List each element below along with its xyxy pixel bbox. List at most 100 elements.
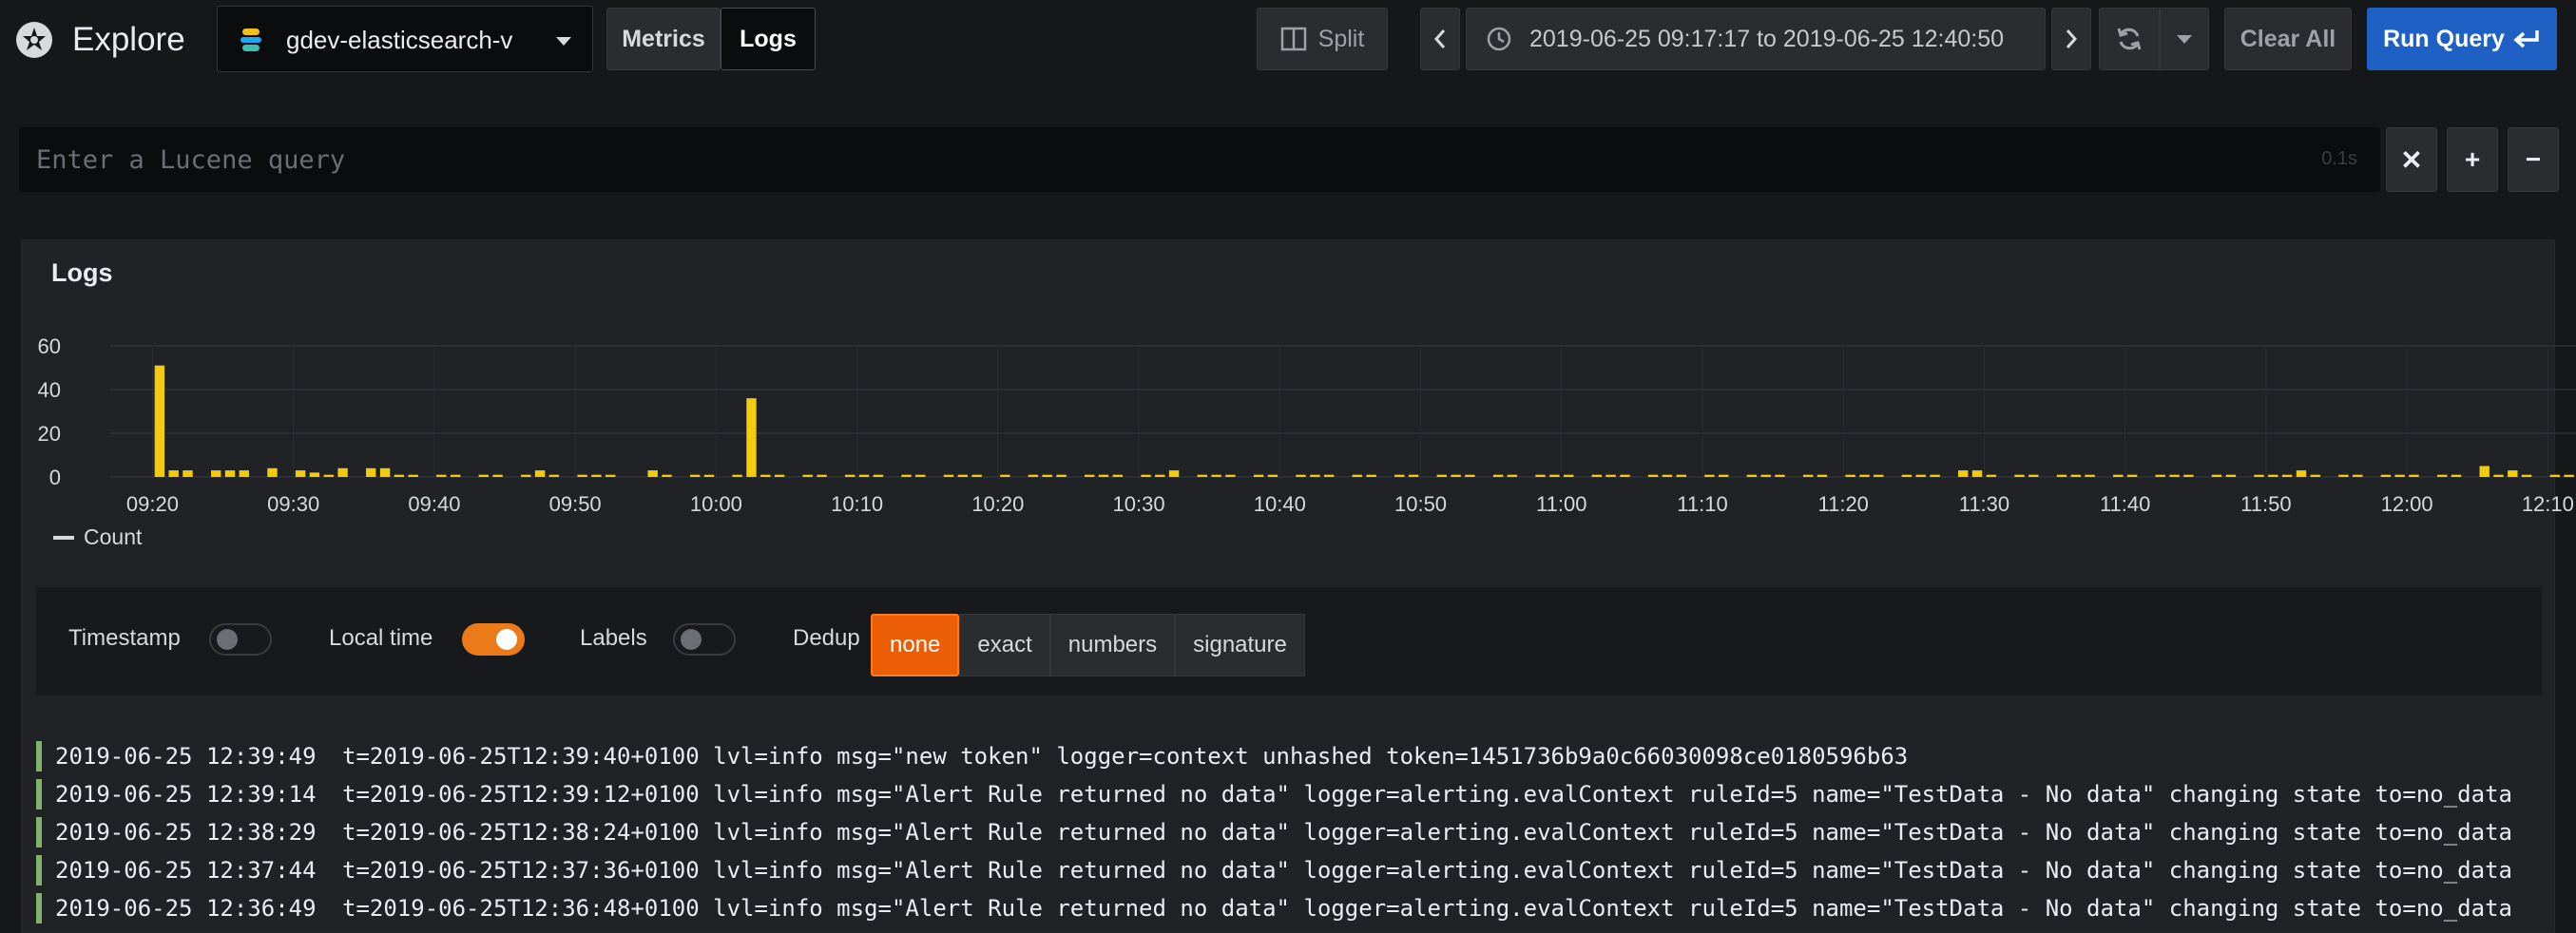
chart-bar[interactable] bbox=[337, 467, 348, 477]
chart-bar[interactable] bbox=[915, 474, 926, 477]
chart-bar[interactable] bbox=[1155, 474, 1165, 477]
time-range-picker[interactable]: 2019-06-25 09:17:17 to 2019-06-25 12:40:… bbox=[1466, 8, 2046, 70]
grafana-logo-icon[interactable] bbox=[15, 21, 53, 59]
chart-bar[interactable] bbox=[366, 467, 376, 477]
chart-bar[interactable] bbox=[1930, 474, 1940, 477]
chart-bar[interactable] bbox=[1605, 474, 1616, 477]
chart-bar[interactable] bbox=[2296, 470, 2307, 477]
chart-bar[interactable] bbox=[2056, 474, 2067, 477]
chart-bar[interactable] bbox=[1211, 474, 1221, 477]
chart-bar[interactable] bbox=[732, 474, 742, 477]
log-row[interactable]: 2019-06-25 12:39:14 t=2019-06-25T12:39:12… bbox=[36, 775, 2565, 813]
chart-bar[interactable] bbox=[845, 474, 855, 477]
chart-bar[interactable] bbox=[1986, 474, 1997, 477]
chart-bar[interactable] bbox=[1564, 474, 1574, 477]
chart-bar[interactable] bbox=[591, 474, 602, 477]
chart-bar[interactable] bbox=[1394, 474, 1405, 477]
run-query-button[interactable]: Run Query bbox=[2367, 8, 2557, 70]
chart-bar[interactable] bbox=[1056, 474, 1067, 477]
tab-metrics[interactable]: Metrics bbox=[606, 8, 721, 70]
chart-bar[interactable] bbox=[1267, 474, 1278, 477]
chart-bar[interactable] bbox=[2281, 474, 2293, 477]
chart-bar[interactable] bbox=[2169, 474, 2180, 477]
chart-bar[interactable] bbox=[2451, 474, 2462, 477]
labels-toggle[interactable] bbox=[673, 623, 736, 656]
chart-bar[interactable] bbox=[2211, 474, 2222, 477]
chart-bar[interactable] bbox=[1958, 470, 1969, 477]
chart-bar[interactable] bbox=[1704, 474, 1715, 477]
chart-bar[interactable] bbox=[703, 474, 715, 477]
chart-bar[interactable] bbox=[267, 467, 278, 477]
chart-bar[interactable] bbox=[1408, 474, 1419, 477]
chart-bar[interactable] bbox=[1465, 474, 1475, 477]
chart-bar[interactable] bbox=[2155, 474, 2165, 477]
chart-bar[interactable] bbox=[1000, 474, 1010, 477]
chart-bar[interactable] bbox=[239, 470, 249, 477]
chart-bar[interactable] bbox=[1141, 474, 1151, 477]
chart-bar[interactable] bbox=[2479, 466, 2489, 478]
chart-bar[interactable] bbox=[1859, 474, 1870, 477]
chart-bar[interactable] bbox=[408, 474, 418, 477]
chart-bar[interactable] bbox=[1719, 474, 1729, 477]
chart-bar[interactable] bbox=[606, 474, 616, 477]
chart-bar[interactable] bbox=[2409, 474, 2419, 477]
chart-bar[interactable] bbox=[1085, 474, 1095, 477]
refresh-button[interactable] bbox=[2099, 8, 2160, 70]
chart-bar[interactable] bbox=[817, 474, 827, 477]
chart-bar[interactable] bbox=[1253, 474, 1264, 477]
chart-bar[interactable] bbox=[802, 474, 813, 477]
chart-bar[interactable] bbox=[690, 474, 701, 477]
chart-bar[interactable] bbox=[873, 474, 884, 477]
timestamp-toggle[interactable] bbox=[209, 623, 272, 656]
chart-bar[interactable] bbox=[2437, 474, 2448, 477]
chart-bar[interactable] bbox=[2028, 474, 2039, 477]
chart-bar[interactable] bbox=[1168, 470, 1180, 477]
chart-bar[interactable] bbox=[436, 474, 447, 477]
chart-bar[interactable] bbox=[295, 470, 306, 477]
datasource-picker[interactable]: gdev-elasticsearch-v bbox=[217, 6, 593, 72]
chart-bar[interactable] bbox=[746, 398, 757, 477]
query-input[interactable] bbox=[19, 127, 2281, 192]
chart-bar[interactable] bbox=[1324, 474, 1335, 477]
split-button[interactable]: Split bbox=[1257, 8, 1388, 70]
clear-all-button[interactable]: Clear All bbox=[2224, 8, 2352, 70]
chart-bar[interactable] bbox=[309, 472, 320, 477]
chart-bar[interactable] bbox=[1817, 474, 1828, 477]
chart-bar[interactable] bbox=[1112, 474, 1123, 477]
chart-bar[interactable] bbox=[2549, 474, 2560, 477]
log-row[interactable]: 2019-06-25 12:37:44 t=2019-06-25T12:37:36… bbox=[36, 851, 2565, 889]
chart-bar[interactable] bbox=[971, 474, 982, 477]
chart-bar[interactable] bbox=[1549, 474, 1560, 477]
collapse-query-button[interactable]: − bbox=[2508, 127, 2559, 192]
add-query-button[interactable]: + bbox=[2447, 127, 2498, 192]
chart-bar[interactable] bbox=[224, 470, 236, 477]
refresh-interval-dropdown[interactable] bbox=[2160, 8, 2209, 70]
chart-bar[interactable] bbox=[2353, 474, 2363, 477]
chart-bar[interactable] bbox=[647, 470, 658, 477]
chart-bar[interactable] bbox=[394, 474, 405, 477]
chart-bar[interactable] bbox=[323, 474, 334, 477]
remove-query-button[interactable]: ✕ bbox=[2386, 127, 2437, 192]
chart-bar[interactable] bbox=[379, 467, 391, 477]
chart-bar[interactable] bbox=[2183, 474, 2194, 477]
chart-bar[interactable] bbox=[1775, 474, 1785, 477]
chart-bar[interactable] bbox=[1197, 474, 1207, 477]
chart-bar[interactable] bbox=[901, 474, 912, 477]
time-shift-forward-button[interactable] bbox=[2051, 8, 2091, 70]
chart-bar[interactable] bbox=[1042, 474, 1052, 477]
chart-bar[interactable] bbox=[1451, 474, 1461, 477]
chart-bar[interactable] bbox=[760, 474, 771, 477]
chart-bar[interactable] bbox=[183, 470, 193, 477]
chart-bar[interactable] bbox=[2268, 474, 2278, 477]
chart-bar[interactable] bbox=[1662, 474, 1673, 477]
chart-bar[interactable] bbox=[521, 474, 531, 477]
tab-logs[interactable]: Logs bbox=[721, 8, 816, 70]
chart-bar[interactable] bbox=[548, 474, 560, 477]
chart-bar[interactable] bbox=[1225, 474, 1236, 477]
local-time-toggle[interactable] bbox=[462, 623, 525, 656]
chart-bar[interactable] bbox=[943, 474, 954, 477]
chart-bar[interactable] bbox=[1535, 474, 1546, 477]
chart-bar[interactable] bbox=[858, 474, 870, 477]
chart-bar[interactable] bbox=[1803, 474, 1814, 477]
chart-bar[interactable] bbox=[1915, 474, 1926, 477]
